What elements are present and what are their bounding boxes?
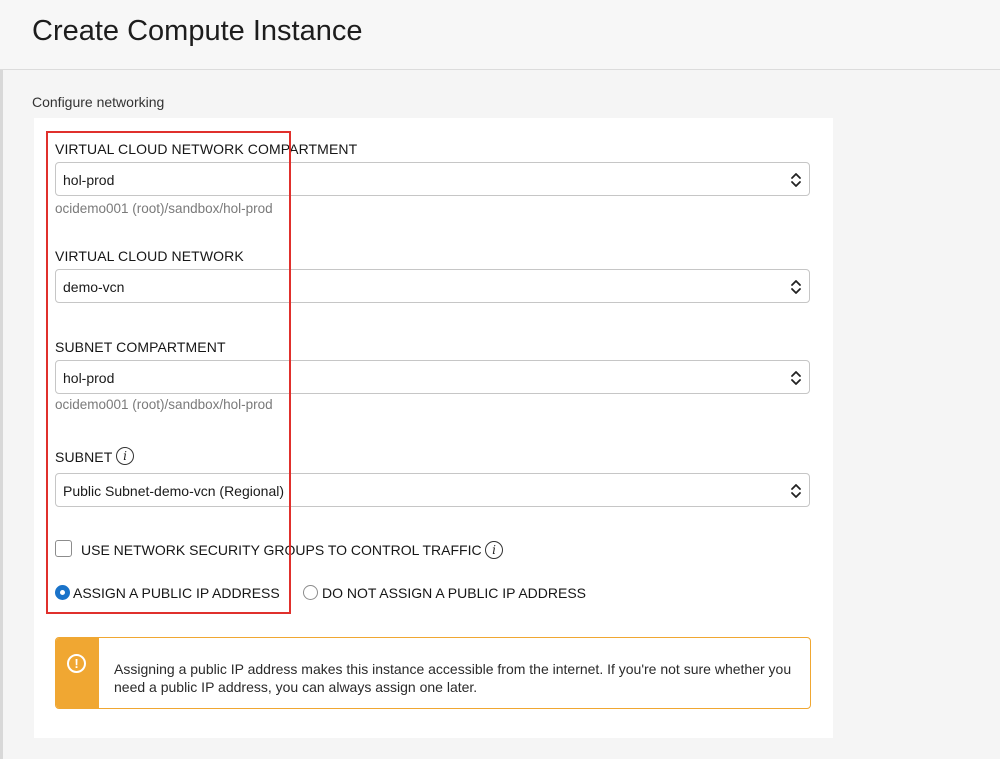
nsg-info-icon[interactable]: i <box>485 541 503 559</box>
vcn-compartment-label: VIRTUAL CLOUD NETWORK COMPARTMENT <box>55 141 358 157</box>
subnet-info-icon[interactable]: i <box>116 447 134 465</box>
no-public-ip-label[interactable]: DO NOT ASSIGN A PUBLIC IP ADDRESS <box>322 585 586 601</box>
assign-public-ip-radio[interactable] <box>55 585 70 600</box>
select-arrows-icon <box>791 280 801 294</box>
select-arrows-icon <box>791 371 801 385</box>
subnet-compartment-select[interactable]: hol-prod <box>55 360 810 394</box>
page-title: Create Compute Instance <box>32 15 363 47</box>
subnet-compartment-value: hol-prod <box>63 370 115 386</box>
warning-bar: ! <box>56 638 99 708</box>
vcn-compartment-hint: ocidemo001 (root)/sandbox/hol-prod <box>55 201 273 216</box>
vcn-compartment-select[interactable]: hol-prod <box>55 162 810 196</box>
subnet-compartment-label: SUBNET COMPARTMENT <box>55 339 226 355</box>
subnet-compartment-hint: ocidemo001 (root)/sandbox/hol-prod <box>55 397 273 412</box>
section-title: Configure networking <box>32 94 165 110</box>
warning-text: Assigning a public IP address makes this… <box>114 661 792 695</box>
subnet-value: Public Subnet-demo-vcn (Regional) <box>63 483 284 499</box>
nsg-checkbox-label[interactable]: USE NETWORK SECURITY GROUPS TO CONTROL T… <box>81 542 482 558</box>
nsg-checkbox[interactable] <box>55 540 72 557</box>
vcn-select[interactable]: demo-vcn <box>55 269 810 303</box>
select-arrows-icon <box>791 173 801 187</box>
left-edge-strip <box>0 0 3 759</box>
exclamation-icon: ! <box>67 654 86 673</box>
vcn-value: demo-vcn <box>63 279 125 295</box>
public-ip-warning: ! Assigning a public IP address makes th… <box>55 637 811 709</box>
vcn-compartment-value: hol-prod <box>63 172 115 188</box>
assign-public-ip-label[interactable]: ASSIGN A PUBLIC IP ADDRESS <box>73 585 280 601</box>
vcn-label: VIRTUAL CLOUD NETWORK <box>55 248 244 264</box>
page-header: Create Compute Instance <box>0 0 1000 70</box>
subnet-label: SUBNET <box>55 449 113 465</box>
no-public-ip-radio[interactable] <box>303 585 318 600</box>
select-arrows-icon <box>791 484 801 498</box>
subnet-select[interactable]: Public Subnet-demo-vcn (Regional) <box>55 473 810 507</box>
